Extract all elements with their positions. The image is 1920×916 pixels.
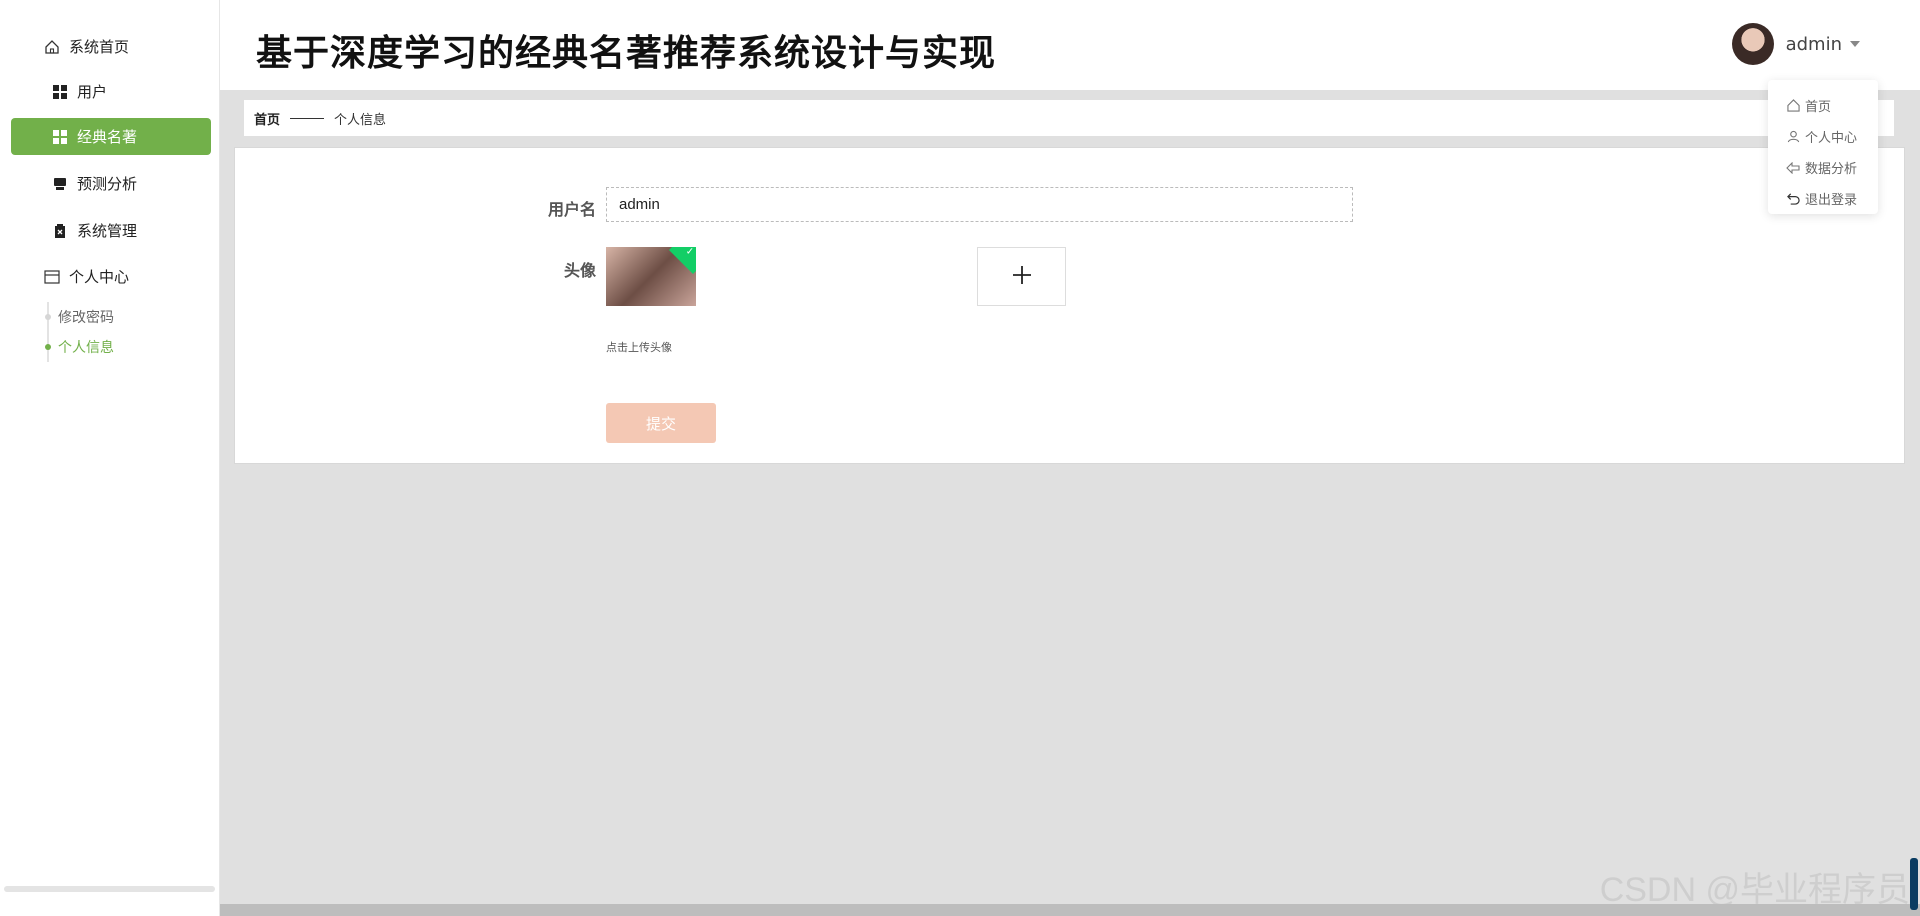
sidebar-item-label: 经典名著 bbox=[77, 128, 138, 146]
sidebar-item-system[interactable]: 系统管理 bbox=[11, 212, 211, 249]
sidebar-subitem-personal-info[interactable]: 个人信息 bbox=[58, 337, 114, 357]
card-icon bbox=[44, 269, 60, 285]
sidebar: 系统首页 用户 经典名著 预测分析 系统管理 个人中心 修改密码 个人信息 bbox=[0, 0, 220, 916]
dropdown-item-personal-center[interactable]: 个人中心 bbox=[1768, 121, 1878, 152]
user-name: admin bbox=[1785, 33, 1842, 55]
user-menu[interactable]: admin bbox=[1731, 22, 1860, 66]
sidebar-item-label: 预测分析 bbox=[77, 175, 138, 193]
app-title: 基于深度学习的经典名著推荐系统设计与实现 bbox=[256, 33, 997, 74]
sidebar-item-personal-center[interactable]: 个人中心 bbox=[11, 258, 211, 295]
breadcrumb-separator bbox=[290, 117, 325, 119]
check-icon: ✓ bbox=[685, 247, 694, 258]
upload-hint: 点击上传头像 bbox=[606, 341, 672, 354]
breadcrumb: 首页 个人信息 bbox=[244, 100, 1894, 136]
submenu-tree-line bbox=[47, 302, 49, 362]
upload-success-badge: ✓ bbox=[668, 247, 696, 275]
username-value: admin bbox=[619, 196, 660, 213]
sidebar-item-label: 系统管理 bbox=[77, 222, 138, 240]
sidebar-item-label: 系统首页 bbox=[69, 38, 130, 56]
caret-down-icon bbox=[1850, 41, 1860, 47]
sidebar-subitem-change-password[interactable]: 修改密码 bbox=[58, 307, 114, 327]
sidebar-item-label: 用户 bbox=[77, 83, 108, 101]
user-icon bbox=[1786, 130, 1800, 144]
sidebar-item-home[interactable]: 系统首页 bbox=[11, 28, 211, 65]
grid-icon bbox=[52, 129, 68, 145]
plus-icon bbox=[1011, 264, 1033, 290]
breadcrumb-current: 个人信息 bbox=[334, 112, 387, 128]
username-field[interactable]: admin bbox=[606, 187, 1353, 222]
username-label: 用户名 bbox=[547, 200, 596, 219]
dropdown-item-data-analysis[interactable]: 数据分析 bbox=[1768, 152, 1878, 183]
avatar-upload-button[interactable] bbox=[977, 247, 1066, 306]
sidebar-item-prediction[interactable]: 预测分析 bbox=[11, 165, 211, 202]
grid-icon bbox=[52, 84, 68, 100]
breadcrumb-home[interactable]: 首页 bbox=[254, 109, 280, 128]
undo-icon bbox=[1786, 192, 1800, 206]
home-icon bbox=[1786, 99, 1800, 113]
submenu-dot-active bbox=[45, 344, 51, 350]
sidebar-scrollbar[interactable] bbox=[4, 886, 215, 892]
chart-icon bbox=[52, 176, 68, 192]
clipboard-icon bbox=[52, 223, 68, 239]
avatar-label: 头像 bbox=[563, 261, 596, 280]
sidebar-item-classics[interactable]: 经典名著 bbox=[11, 118, 211, 155]
submit-button[interactable]: 提交 bbox=[606, 403, 716, 443]
header: 基于深度学习的经典名著推荐系统设计与实现 admin bbox=[220, 0, 1920, 90]
home-icon bbox=[44, 39, 60, 55]
vertical-scrollbar-thumb[interactable] bbox=[1910, 858, 1918, 910]
horizontal-scrollbar[interactable] bbox=[220, 904, 1920, 916]
user-dropdown-menu: 首页 个人中心 数据分析 退出登录 bbox=[1768, 80, 1878, 214]
dropdown-item-logout[interactable]: 退出登录 bbox=[1768, 183, 1878, 214]
dropdown-item-home[interactable]: 首页 bbox=[1768, 90, 1878, 121]
sidebar-item-users[interactable]: 用户 bbox=[11, 73, 211, 110]
arrow-left-icon bbox=[1786, 161, 1800, 175]
sidebar-item-label: 个人中心 bbox=[69, 268, 130, 286]
avatar-preview[interactable]: ✓ bbox=[606, 247, 696, 306]
submenu-dot bbox=[45, 314, 51, 320]
avatar[interactable] bbox=[1731, 23, 1774, 65]
